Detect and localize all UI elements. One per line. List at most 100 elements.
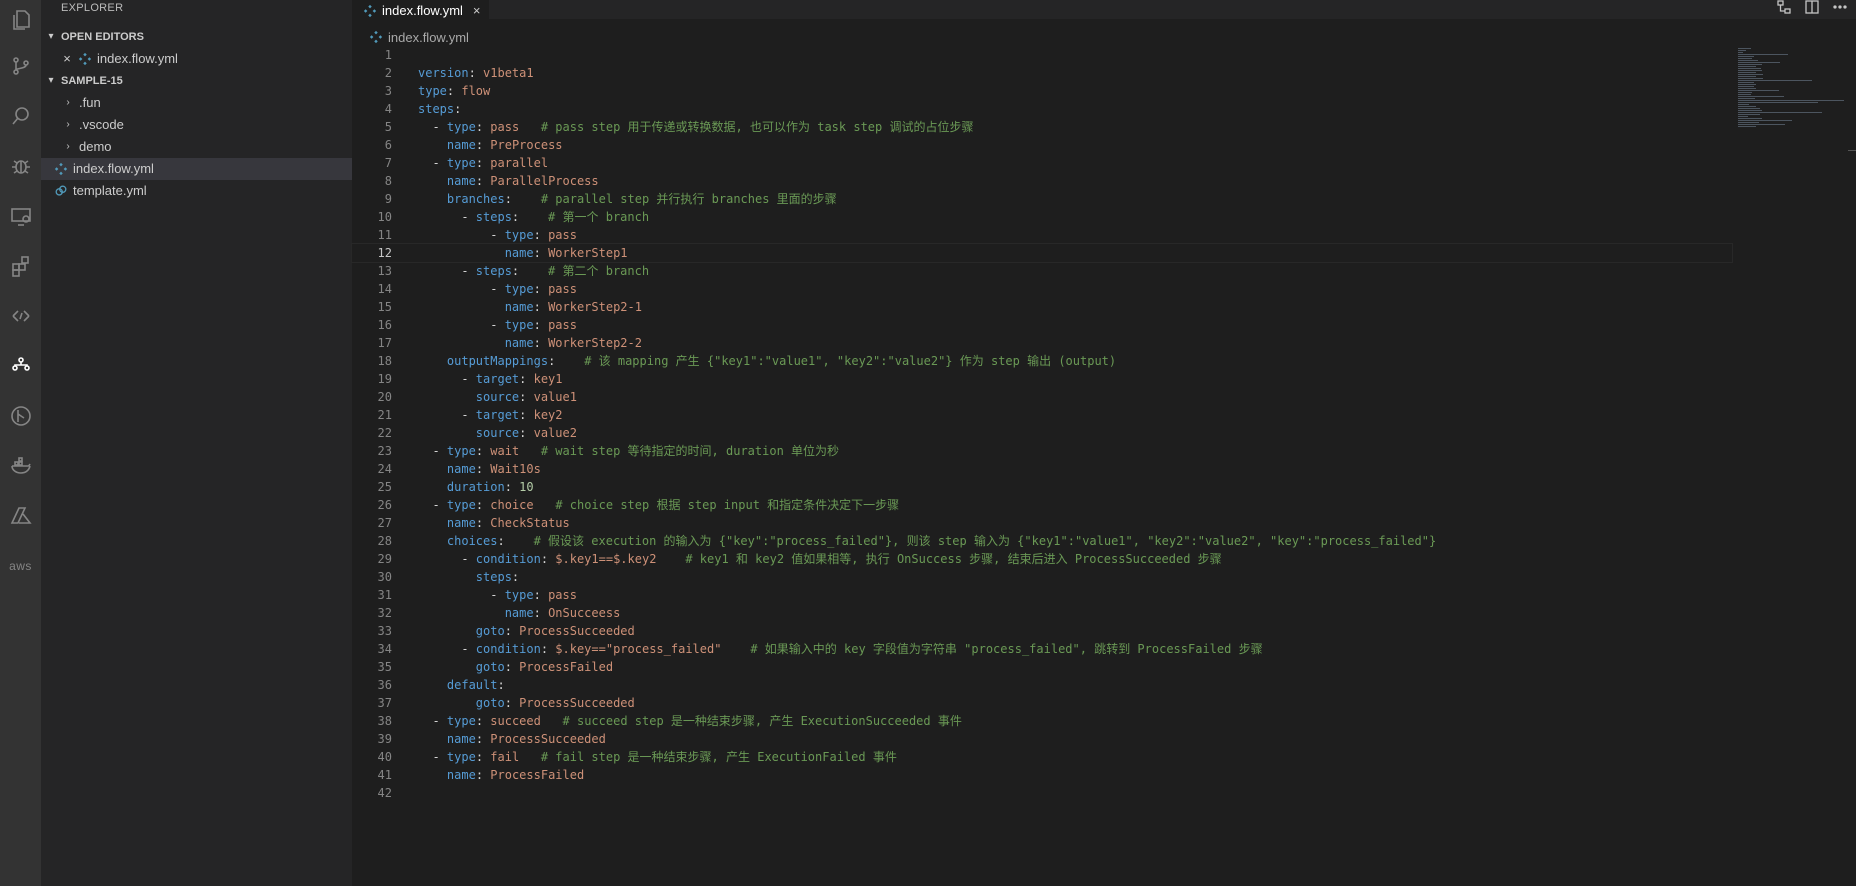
aws-icon[interactable]: aws <box>0 546 41 586</box>
code-line[interactable]: 7 - type: parallel <box>352 154 1732 172</box>
code-line[interactable]: 27 name: CheckStatus <box>352 514 1732 532</box>
code-token: duration <box>446 480 505 494</box>
code-token: : <box>475 516 491 530</box>
code-line[interactable]: 31 - type: pass <box>352 586 1732 604</box>
project-section[interactable]: ▾ SAMPLE-15 <box>41 70 352 92</box>
breadcrumb[interactable]: index.flow.yml <box>368 27 469 47</box>
code-token: - <box>418 552 476 566</box>
tree-item-vscode[interactable]: › .vscode <box>41 114 352 136</box>
code-token: : <box>497 678 505 692</box>
code-line[interactable]: 26 - type: choice # choice step 根据 step … <box>352 496 1732 514</box>
code-token: # 假设该 execution 的输入为 {"key":"process_fai… <box>533 534 1437 548</box>
code-line[interactable]: 32 name: OnSucceess <box>352 604 1732 622</box>
code-line[interactable]: 35 goto: ProcessFailed <box>352 658 1732 676</box>
code-line[interactable]: 13 - steps: # 第二个 branch <box>352 262 1732 280</box>
code-token: CheckStatus <box>490 516 570 530</box>
code-line[interactable]: 30 steps: <box>352 568 1732 586</box>
code-line[interactable]: 39 name: ProcessSucceeded <box>352 730 1732 748</box>
more-actions-icon[interactable] <box>1832 0 1848 20</box>
code-line[interactable]: 23 - type: wait # wait step 等待指定的时间, dur… <box>352 442 1732 460</box>
code-line[interactable]: 42 <box>352 784 1732 802</box>
search-icon[interactable] <box>0 96 41 136</box>
code-line[interactable]: 22 source: value2 <box>352 424 1732 442</box>
code-line[interactable]: 3 type: flow <box>352 82 1732 100</box>
tree-item-index-flow[interactable]: index.flow.yml <box>41 158 352 180</box>
code-line[interactable]: 17 name: WorkerStep2-2 <box>352 334 1732 352</box>
code-token: : <box>504 696 520 710</box>
code-line[interactable]: 37 goto: ProcessSucceeded <box>352 694 1732 712</box>
tree-item-fun[interactable]: › .fun <box>41 92 352 114</box>
tab-index-flow[interactable]: index.flow.yml × <box>352 0 489 20</box>
code-line[interactable]: 25 duration: 10 <box>352 478 1732 496</box>
scrollbar[interactable] <box>1848 150 1856 161</box>
open-editor-item[interactable]: × index.flow.yml <box>41 48 352 70</box>
close-icon[interactable]: × <box>473 3 481 18</box>
api-icon[interactable] <box>0 296 41 336</box>
code-token: : <box>511 264 549 278</box>
code-editor[interactable]: 1 2 version: v1beta1 3 type: flow 4 steps: 5 - … <box>351 46 1733 802</box>
code-line[interactable]: 14 - type: pass <box>352 280 1732 298</box>
code-line[interactable]: 2 version: v1beta1 <box>352 64 1732 82</box>
debug-icon[interactable] <box>0 146 41 186</box>
docker-icon[interactable] <box>0 446 41 486</box>
code-token: # 如果输入中的 key 字段值为字符串 "process_failed", 跳… <box>750 642 1263 656</box>
flow-visualize-icon[interactable] <box>1776 0 1792 20</box>
code-line[interactable]: 36 default: <box>352 676 1732 694</box>
code-token: choice <box>490 498 534 512</box>
files-icon[interactable] <box>0 0 41 40</box>
line-number: 29 <box>377 552 392 566</box>
line-number: 21 <box>377 408 392 422</box>
azure-icon[interactable] <box>0 496 41 536</box>
remote-explorer-icon[interactable] <box>0 196 41 236</box>
code-line[interactable]: 20 source: value1 <box>352 388 1732 406</box>
code-line[interactable]: 21 - target: key2 <box>352 406 1732 424</box>
code-line[interactable]: 15 name: WorkerStep2-1 <box>352 298 1732 316</box>
code-line[interactable]: 6 name: PreProcess <box>352 136 1732 154</box>
code-line[interactable]: 18 outputMappings: # 该 mapping 产生 {"key1… <box>352 352 1732 370</box>
code-token: : <box>519 372 534 386</box>
code-line[interactable]: 5 - type: pass # pass step 用于传递或转换数据, 也可… <box>352 118 1732 136</box>
code-line[interactable]: 4 steps: <box>352 100 1732 118</box>
code-line[interactable]: 40 - type: fail # fail step 是一种结束步骤, 产生 … <box>352 748 1732 766</box>
line-text: name: WorkerStep1 <box>418 244 628 262</box>
code-token: - <box>418 120 447 134</box>
code-line[interactable]: 12 name: WorkerStep1 <box>351 243 1733 263</box>
code-line[interactable]: 8 name: ParallelProcess <box>352 172 1732 190</box>
code-line[interactable]: 41 name: ProcessFailed <box>352 766 1732 784</box>
split-editor-icon[interactable] <box>1804 0 1820 20</box>
code-token: target <box>475 372 520 386</box>
code-token: type <box>418 84 447 98</box>
code-token: type <box>446 156 476 170</box>
code-token: condition <box>475 642 541 656</box>
code-line[interactable]: 11 - type: pass <box>352 226 1732 244</box>
code-line[interactable]: 1 <box>352 46 1732 64</box>
source-control-icon[interactable] <box>0 46 41 86</box>
code-token: - <box>418 318 505 332</box>
workflow-icon[interactable] <box>0 346 41 386</box>
code-line[interactable]: 19 - target: key1 <box>352 370 1732 388</box>
code-token: ParallelProcess <box>490 174 599 188</box>
code-line[interactable]: 28 choices: # 假设该 execution 的输入为 {"key":… <box>352 532 1732 550</box>
extensions-icon[interactable] <box>0 246 41 286</box>
git-graph-icon[interactable] <box>0 396 41 436</box>
code-token: : <box>475 120 491 134</box>
minimap-line <box>1738 96 1785 97</box>
open-editors-section[interactable]: ▾ OPEN EDITORS <box>41 26 352 48</box>
close-icon[interactable]: × <box>61 48 73 70</box>
minimap[interactable] <box>1728 46 1856 136</box>
code-line[interactable]: 33 goto: ProcessSucceeded <box>352 622 1732 640</box>
code-line[interactable]: 9 branches: # parallel step 并行执行 branche… <box>352 190 1732 208</box>
code-line[interactable]: 16 - type: pass <box>352 316 1732 334</box>
minimap-line <box>1738 122 1759 123</box>
code-line[interactable]: 10 - steps: # 第一个 branch <box>352 208 1732 226</box>
code-line[interactable]: 34 - condition: $.key=="process_failed" … <box>352 640 1732 658</box>
line-text: name: OnSucceess <box>418 604 621 622</box>
code-line[interactable]: 24 name: Wait10s <box>352 460 1732 478</box>
tree-item-demo[interactable]: › demo <box>41 136 352 158</box>
code-line[interactable]: 38 - type: succeed # succeed step 是一种结束步… <box>352 712 1732 730</box>
code-line[interactable]: 29 - condition: $.key1==$.key2 # key1 和 … <box>352 550 1732 568</box>
tree-item-template[interactable]: template.yml <box>41 180 352 202</box>
